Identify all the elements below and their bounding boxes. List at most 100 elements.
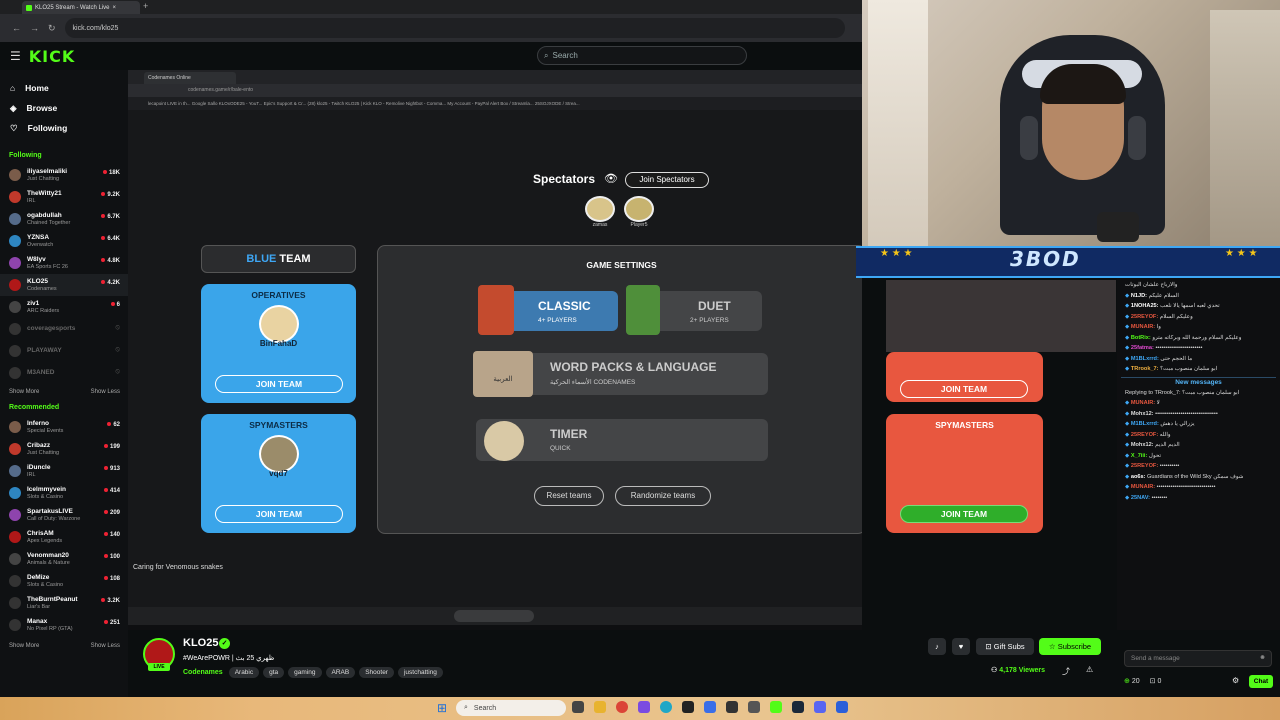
stream-tag[interactable]: justchatting bbox=[397, 667, 443, 678]
sidebar-channel-row[interactable]: Inferno Special Events 62 bbox=[0, 416, 128, 438]
chat-username[interactable]: 1NOHA25: bbox=[1131, 303, 1159, 309]
sidebar-channel-row[interactable]: Venomman20 Animals & Nature 100 bbox=[0, 548, 128, 570]
kick-app-icon[interactable] bbox=[770, 701, 782, 713]
blue-operatives-join-button[interactable]: JOIN TEAM bbox=[215, 375, 343, 393]
chat-settings-icon[interactable]: ⚙ bbox=[1232, 676, 1239, 685]
chat-username[interactable]: 25REYOF: bbox=[1131, 314, 1158, 320]
sidebar-channel-row[interactable]: DeMize Slots & Casino 108 bbox=[0, 570, 128, 592]
chat-username[interactable]: MUNAIR: bbox=[1131, 324, 1155, 330]
chat-username[interactable]: M1BLxrrd: bbox=[1131, 421, 1159, 427]
stream-tag[interactable]: ARAB bbox=[325, 667, 356, 678]
sidebar-channel-row[interactable]: iliyaselmaliki Just Chatting 18K bbox=[0, 164, 128, 186]
follow-heart-button[interactable]: ♥ bbox=[952, 638, 970, 655]
close-tab-icon[interactable]: × bbox=[112, 5, 116, 11]
sidebar-channel-row[interactable]: ogabdullah Chained Together 6.7K bbox=[0, 208, 128, 230]
terminal-icon[interactable] bbox=[726, 701, 738, 713]
sidebar-channel-row[interactable]: KLO25 Codenames 4.2K bbox=[0, 274, 128, 296]
reload-icon[interactable]: ↻ bbox=[48, 23, 56, 34]
chat-username[interactable]: ao6s: bbox=[1131, 474, 1146, 480]
randomize-teams-button[interactable]: Randomize teams bbox=[615, 486, 711, 506]
sidebar-channel-row[interactable]: ChrisAM Apex Legends 140 bbox=[0, 526, 128, 548]
app-icon[interactable] bbox=[638, 701, 650, 713]
word-packs-option[interactable]: العربية WORD PACKS & LANGUAGE الأسماء ال… bbox=[473, 351, 768, 397]
chat-username[interactable]: 25NAV: bbox=[1131, 495, 1150, 501]
chat-username[interactable]: 25fatma: bbox=[1131, 345, 1154, 351]
sidebar-channel-row[interactable]: YZNSA Overwatch 6.4K bbox=[0, 230, 128, 252]
sidebar-channel-row[interactable]: M3ANED ⦸ bbox=[0, 362, 128, 384]
show-more-button[interactable]: Show More bbox=[9, 643, 39, 649]
join-spectators-button[interactable]: Join Spectators bbox=[625, 172, 709, 188]
show-less-button[interactable]: Show Less bbox=[91, 643, 120, 649]
sidebar-channel-row[interactable]: W8lyv EA Sports FC 26 4.8K bbox=[0, 252, 128, 274]
sidebar-item-browse[interactable]: ◈ Browse bbox=[0, 98, 128, 118]
new-messages-divider[interactable]: New messages bbox=[1121, 376, 1276, 388]
chat-username[interactable]: 25REYOF: bbox=[1131, 432, 1158, 438]
chat-username[interactable]: BotRix: bbox=[1131, 335, 1151, 341]
blue-spymasters-join-button[interactable]: JOIN TEAM bbox=[215, 505, 343, 523]
emoji-icon[interactable]: ☻ bbox=[1259, 654, 1266, 661]
edge-icon[interactable] bbox=[660, 701, 672, 713]
forward-icon[interactable]: → bbox=[30, 23, 39, 33]
sidebar-channel-row[interactable]: Cribazz Just Chatting 199 bbox=[0, 438, 128, 460]
browser-tab[interactable]: KLO25 Stream - Watch Live × bbox=[22, 1, 140, 14]
sidebar-channel-row[interactable]: coveragesports ⦸ bbox=[0, 318, 128, 340]
sidebar-channel-row[interactable]: Manax No Pixel RP (GTA) 251 bbox=[0, 614, 128, 636]
sidebar-channel-row[interactable]: Icelmmyvein Slots & Casino 414 bbox=[0, 482, 128, 504]
kick-logo[interactable]: KICK bbox=[29, 47, 76, 66]
chat-username[interactable]: MUNAIR: bbox=[1131, 400, 1155, 406]
duet-mode-option[interactable]: DUET 2+ PLAYERS bbox=[626, 285, 762, 335]
sidebar-item-home[interactable]: ⌂ Home bbox=[0, 78, 128, 98]
back-icon[interactable]: ← bbox=[12, 23, 21, 33]
app-icon[interactable] bbox=[682, 701, 694, 713]
chat-username[interactable]: 25REYOF: bbox=[1131, 463, 1158, 469]
sidebar-channel-row[interactable]: ziv1 ARC Raiders 6 bbox=[0, 296, 128, 318]
stream-tag[interactable]: gta bbox=[263, 667, 285, 678]
steam-icon[interactable] bbox=[792, 701, 804, 713]
chat-username[interactable]: N1JD: bbox=[1131, 293, 1147, 299]
stream-category-link[interactable]: Codenames bbox=[183, 669, 223, 676]
task-view-icon[interactable] bbox=[572, 701, 584, 713]
chat-input[interactable]: Send a message ☻ bbox=[1124, 650, 1272, 667]
menu-icon[interactable]: ☰ bbox=[10, 49, 21, 63]
sidebar-channel-row[interactable]: PLAYAWAY ⦸ bbox=[0, 340, 128, 362]
show-less-button[interactable]: Show Less bbox=[91, 389, 120, 395]
chat-send-button[interactable]: Chat bbox=[1249, 675, 1273, 688]
stream-tag[interactable]: gaming bbox=[288, 667, 322, 678]
new-tab-button[interactable]: + bbox=[143, 1, 148, 11]
classic-mode-option[interactable]: CLASSIC 4+ PLAYERS bbox=[478, 285, 618, 335]
stream-tag[interactable]: Shooter bbox=[359, 667, 394, 678]
red-operatives-join-button[interactable]: JOIN TEAM bbox=[900, 380, 1028, 398]
sidebar-item-following[interactable]: ♡ Following bbox=[0, 118, 128, 138]
sidebar-channel-row[interactable]: TheWitty21 IRL 9.2K bbox=[0, 186, 128, 208]
subscribe-button[interactable]: ☆ Subscribe bbox=[1039, 638, 1101, 655]
chat-username[interactable]: MUNAIR: bbox=[1131, 484, 1155, 490]
app-icon[interactable] bbox=[704, 701, 716, 713]
gift-subs-button[interactable]: ⊡ Gift Subs bbox=[976, 638, 1034, 655]
sidebar-channel-row[interactable]: TheBurntPeanut Liar's Bar 3.2K bbox=[0, 592, 128, 614]
red-spymasters-join-button[interactable]: JOIN TEAM bbox=[900, 505, 1028, 523]
app-icon[interactable] bbox=[836, 701, 848, 713]
notification-bell-button[interactable]: ♪ bbox=[928, 638, 946, 655]
taskbar-search[interactable]: ⌕ Search bbox=[456, 700, 566, 716]
chat-username[interactable]: TRrook_7: bbox=[1131, 366, 1159, 372]
windows-start-icon[interactable]: ⊞ bbox=[437, 701, 447, 715]
stream-tag[interactable]: Arabic bbox=[228, 667, 260, 678]
chat-username[interactable]: M1BLxrrd: bbox=[1131, 356, 1159, 362]
chat-username[interactable]: Mohx12: bbox=[1131, 442, 1154, 448]
reset-teams-button[interactable]: Reset teams bbox=[534, 486, 604, 506]
stream-video[interactable]: Codenames Online codenames.game/r/bale-e… bbox=[128, 70, 862, 630]
timer-option[interactable]: TIMER QUICK bbox=[476, 419, 768, 461]
chat-username[interactable]: X_7iii: bbox=[1131, 453, 1147, 459]
gift-display[interactable]: ⊡ 0 bbox=[1150, 677, 1162, 685]
file-explorer-icon[interactable] bbox=[594, 701, 606, 713]
search-input[interactable]: ⌕ Search bbox=[537, 46, 747, 65]
show-more-button[interactable]: Show More bbox=[9, 389, 39, 395]
sidebar-channel-row[interactable]: SpartakusLIVE Call of Duty: Warzone 209 bbox=[0, 504, 128, 526]
url-field[interactable]: kick.com/klo25 bbox=[64, 18, 845, 38]
discord-icon[interactable] bbox=[814, 701, 826, 713]
app-icon[interactable] bbox=[748, 701, 760, 713]
chat-username[interactable]: Mohx12: bbox=[1131, 411, 1154, 417]
channel-name[interactable]: KLO25 bbox=[183, 637, 218, 649]
report-icon[interactable]: ⚠ bbox=[1086, 665, 1093, 674]
share-icon[interactable]: ⤴ bbox=[1062, 666, 1070, 677]
